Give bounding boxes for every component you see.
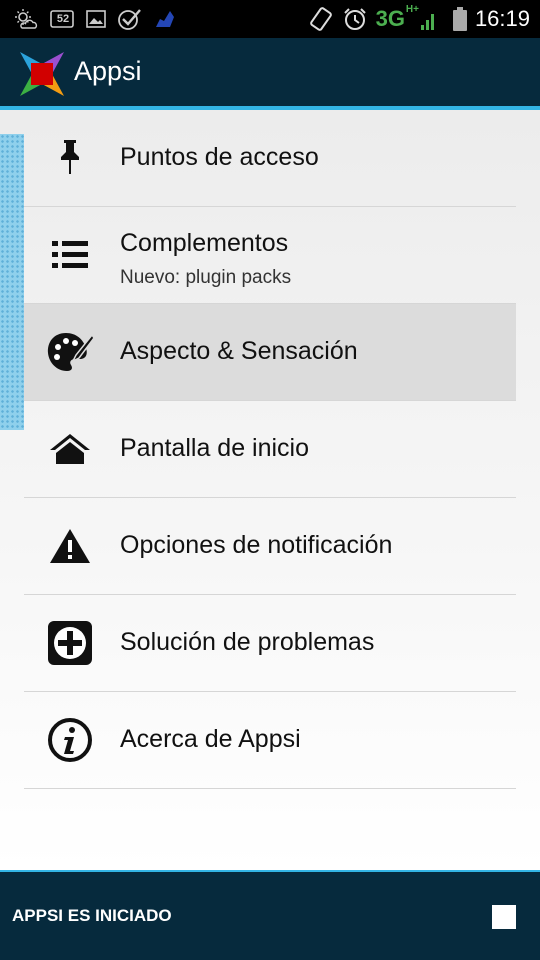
list-icon: [46, 233, 94, 277]
appsi-logo-icon[interactable]: [18, 50, 66, 98]
check-icon: [118, 8, 142, 30]
battery-icon: [452, 7, 467, 31]
menu-item-complementos[interactable]: Complementos Nuevo: plugin packs: [24, 207, 516, 304]
alarm-icon: [342, 6, 368, 32]
service-status-text: APPSI ES INICIADO: [12, 906, 172, 925]
menu-item-label: Solución de problemas: [120, 628, 375, 656]
notification-badge-icon: 52: [50, 10, 74, 28]
service-status-bar: APPSI ES INICIADO: [0, 870, 540, 960]
app-title: Appsi: [74, 56, 142, 86]
badge-number: 52: [56, 13, 70, 25]
menu-item-subtitle: Nuevo: plugin packs: [120, 267, 292, 288]
settings-list: Puntos de acceso Complementos Nuevo: plu…: [24, 110, 516, 789]
home-icon: [46, 427, 94, 471]
pin-icon: [46, 136, 94, 180]
weather-icon: [14, 8, 38, 30]
menu-item-acerca-de-appsi[interactable]: Acerca de Appsi: [24, 692, 516, 789]
menu-item-puntos-de-acceso[interactable]: Puntos de acceso: [24, 110, 516, 207]
info-icon: [46, 718, 94, 762]
palette-icon: [46, 330, 94, 374]
menu-item-opciones-de-notificacion[interactable]: Opciones de notificación: [24, 498, 516, 595]
menu-item-label: Aspecto & Sensación: [120, 337, 358, 365]
network-type: 3G H+: [375, 4, 419, 31]
status-bar: 52 3G H+ 16:19: [0, 0, 540, 38]
plus-box-icon: [46, 621, 94, 665]
menu-item-pantalla-de-inicio[interactable]: Pantalla de inicio: [24, 401, 516, 498]
menu-item-aspecto-sensacion[interactable]: Aspecto & Sensación: [24, 304, 516, 401]
menu-item-label: Opciones de notificación: [120, 531, 393, 559]
menu-item-label: Complementos: [120, 229, 289, 257]
clock: 16:19: [474, 6, 530, 31]
menu-item-solucion-de-problemas[interactable]: Solución de problemas: [24, 595, 516, 692]
warning-icon: [46, 524, 94, 568]
service-toggle-checkbox[interactable]: [492, 905, 516, 929]
sidebar-drag-handle[interactable]: [0, 134, 24, 430]
image-icon: [86, 10, 106, 28]
menu-item-label: Pantalla de inicio: [120, 434, 310, 462]
action-bar: Appsi: [0, 38, 540, 106]
menu-item-label: Puntos de acceso: [120, 143, 319, 171]
signal-icon: [419, 8, 437, 30]
app-icon: [154, 9, 176, 29]
menu-item-label: Acerca de Appsi: [120, 725, 301, 753]
main-content: Puntos de acceso Complementos Nuevo: plu…: [0, 110, 540, 870]
rotate-icon: [308, 6, 334, 32]
